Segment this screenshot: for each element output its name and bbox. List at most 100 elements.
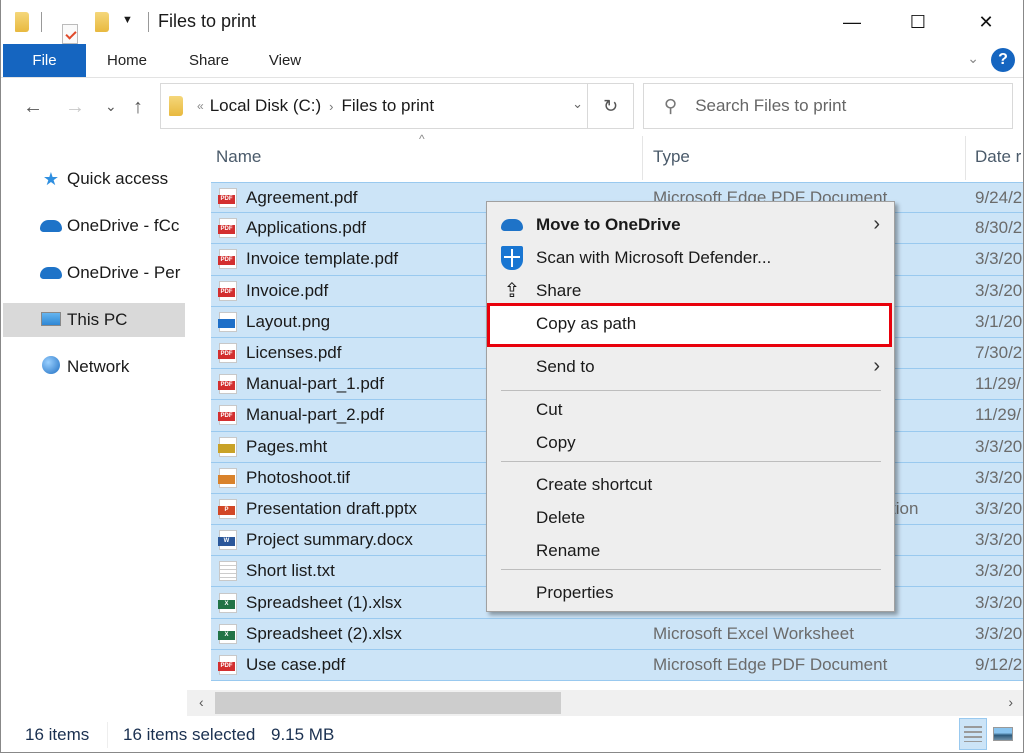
png-file-icon	[218, 311, 237, 332]
file-name: Layout.png	[246, 311, 331, 331]
breadcrumb-files-to-print[interactable]: Files to print	[342, 96, 435, 116]
back-button[interactable]: ←	[23, 96, 43, 119]
menu-item-label: Properties	[536, 582, 614, 602]
file-date-modified: 3/1/20	[975, 311, 1023, 331]
menu-item-copy[interactable]: Copy	[487, 426, 894, 459]
network-icon	[39, 355, 63, 379]
mht-file-icon	[218, 436, 237, 457]
horizontal-scrollbar[interactable]: ‹ ›	[187, 690, 1023, 716]
separator	[107, 722, 108, 748]
xlsx-file-icon: X	[218, 623, 237, 644]
column-divider[interactable]	[642, 136, 643, 180]
menu-item-share[interactable]: ⇪ Share	[487, 274, 894, 307]
up-button[interactable]: ↑	[133, 96, 143, 119]
scroll-left-button[interactable]: ‹	[199, 694, 204, 710]
help-button[interactable]: ?	[991, 48, 1015, 72]
large-icons-view-button[interactable]	[989, 718, 1017, 750]
menu-item-move-to-onedrive[interactable]: Move to OneDrive ›	[487, 208, 894, 241]
scroll-right-button[interactable]: ›	[1008, 694, 1013, 710]
file-date-modified: 3/3/20	[975, 592, 1023, 612]
refresh-button[interactable]: ↻	[587, 84, 633, 128]
item-count: 16 items	[25, 725, 90, 744]
file-date-modified: 9/12/2	[975, 654, 1023, 674]
minimize-button[interactable]: —	[829, 0, 875, 44]
file-date-modified: 11/29/	[975, 405, 1022, 425]
column-header-name[interactable]: Name	[216, 134, 636, 180]
menu-item-label: Copy as path	[536, 313, 637, 333]
file-row[interactable]: X Spreadsheet (2).xlsx Microsoft Excel Wor…	[211, 618, 1023, 650]
selection-size: 9.15 MB	[271, 725, 335, 744]
maximize-button[interactable]: ☐	[895, 0, 941, 44]
menu-item-copy-as-path[interactable]: Copy as path	[487, 307, 894, 340]
recent-locations-button[interactable]: ⌄	[105, 98, 117, 115]
sidebar-item-label: Quick access	[67, 169, 169, 188]
file-date-modified: 7/30/2	[975, 343, 1023, 363]
xlsx-file-icon: X	[218, 592, 237, 613]
forward-button[interactable]: →	[65, 96, 85, 119]
sidebar-item-label: Network	[67, 357, 130, 376]
properties-icon[interactable]	[62, 24, 78, 44]
separator	[41, 12, 42, 32]
address-dropdown-icon[interactable]: ⌄	[572, 96, 583, 112]
search-input[interactable]	[695, 96, 996, 116]
sidebar-item-onedrive-fcc[interactable]: OneDrive - fCc	[3, 209, 185, 243]
sidebar-item-quick-access[interactable]: ★ Quick access	[3, 162, 185, 196]
computer-icon	[39, 310, 63, 331]
column-divider[interactable]	[965, 136, 966, 180]
tab-file[interactable]: File	[3, 44, 86, 77]
breadcrumb-chevron-icon[interactable]: ›	[329, 99, 333, 114]
search-box[interactable]: ⚲	[643, 83, 1013, 129]
file-date-modified: 3/3/20	[975, 436, 1023, 456]
file-name: Manual-part_2.pdf	[246, 405, 384, 425]
file-date-modified: 9/24/2	[975, 187, 1023, 207]
menu-item-send-to[interactable]: Send to ›	[487, 350, 894, 383]
search-icon: ⚲	[664, 95, 678, 116]
large-icons-view-icon	[993, 727, 1013, 741]
menu-item-create-shortcut[interactable]: Create shortcut	[487, 468, 894, 501]
scrollbar-thumb[interactable]	[215, 692, 561, 714]
column-header-type[interactable]: Type	[653, 134, 953, 180]
selection-count: 16 items selected	[123, 725, 256, 744]
tab-view[interactable]: View	[257, 44, 313, 77]
star-icon: ★	[42, 168, 60, 189]
overflow-icon[interactable]: «	[197, 99, 204, 113]
pdf-file-icon: PDF	[218, 218, 237, 239]
breadcrumb-local-disk[interactable]: Local Disk (C:)	[210, 96, 321, 116]
sidebar-item-this-pc[interactable]: This PC	[3, 303, 185, 337]
tif-file-icon	[218, 467, 237, 488]
separator	[148, 12, 149, 32]
customize-quick-access-icon[interactable]: ▼	[122, 14, 133, 26]
file-name: Spreadsheet (1).xlsx	[246, 592, 402, 612]
file-date-modified: 8/30/2	[975, 218, 1023, 238]
tab-home[interactable]: Home	[97, 44, 157, 77]
menu-item-cut[interactable]: Cut	[487, 393, 894, 426]
menu-item-label: Scan with Microsoft Defender...	[536, 247, 772, 267]
file-name: Photoshoot.tif	[246, 467, 350, 487]
file-explorer-window: ▼ Files to print — ☐ ✕ File Home Share V…	[0, 0, 1024, 753]
file-name: Spreadsheet (2).xlsx	[246, 623, 402, 643]
navigation-bar: ← → ⌄ ↑ « Local Disk (C:) › Files to pri…	[1, 78, 1023, 134]
file-row[interactable]: PDF Use case.pdf Microsoft Edge PDF Docume…	[211, 649, 1023, 681]
txt-file-icon	[219, 561, 237, 582]
tab-share[interactable]: Share	[179, 44, 239, 77]
pdf-file-icon: PDF	[218, 374, 237, 395]
file-date-modified: 3/3/20	[975, 561, 1023, 581]
menu-item-label: Cut	[536, 399, 563, 419]
share-icon: ⇪	[503, 280, 521, 302]
expand-ribbon-icon[interactable]: ⌄	[967, 50, 979, 67]
menu-item-scan-defender[interactable]: Scan with Microsoft Defender...	[487, 241, 894, 274]
menu-item-rename[interactable]: Rename	[487, 534, 894, 567]
menu-item-delete[interactable]: Delete	[487, 501, 894, 534]
menu-item-label: Send to	[536, 356, 595, 376]
pptx-file-icon: P	[218, 498, 237, 519]
sidebar-item-onedrive-personal[interactable]: OneDrive - Per	[3, 256, 185, 290]
column-header-date[interactable]: Date r	[975, 134, 1023, 180]
address-bar[interactable]: « Local Disk (C:) › Files to print ⌄ ↻	[160, 83, 634, 129]
new-folder-icon[interactable]	[95, 12, 109, 32]
folder-icon	[15, 12, 29, 32]
sidebar-item-network[interactable]: Network	[3, 350, 185, 384]
details-view-button[interactable]	[959, 718, 987, 750]
menu-separator	[501, 390, 881, 391]
menu-item-properties[interactable]: Properties	[487, 576, 894, 609]
close-button[interactable]: ✕	[963, 0, 1009, 44]
